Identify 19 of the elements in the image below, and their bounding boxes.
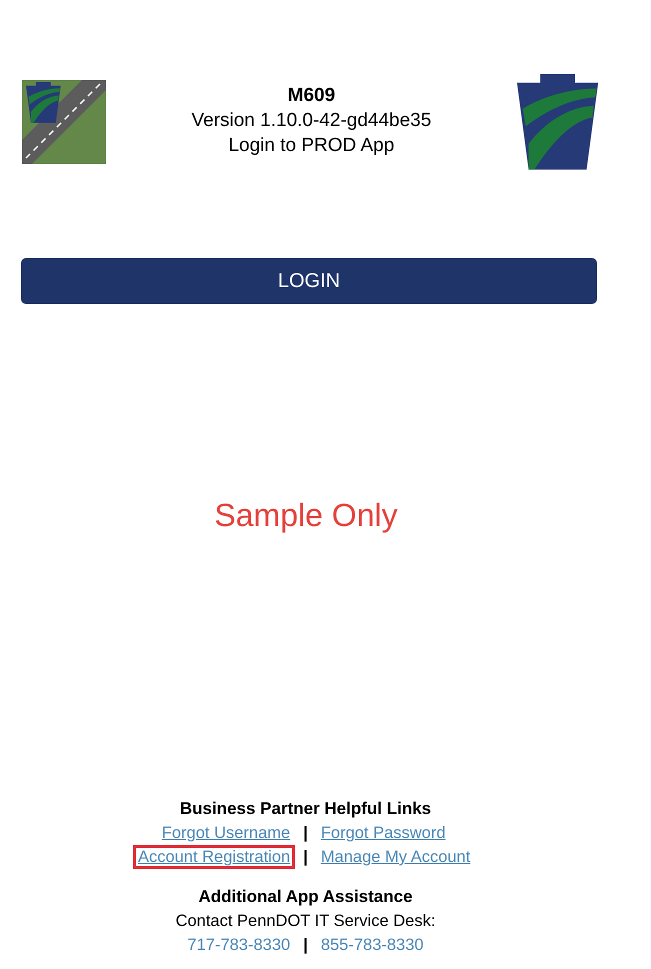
phone-link[interactable]: 717-783-8330 — [182, 933, 296, 957]
app-title: M609 — [288, 84, 336, 108]
link-separator: | — [303, 823, 308, 844]
version-text: Version 1.10.0-42-gd44be35 — [192, 108, 432, 132]
phone-link[interactable]: 855-783-8330 — [316, 933, 429, 957]
help-link[interactable]: Forgot Username — [156, 821, 296, 845]
app-icon — [22, 80, 106, 164]
help-link[interactable]: Manage My Account — [316, 845, 476, 869]
keystone-logo-icon — [516, 74, 598, 170]
phone-separator: | — [303, 935, 308, 956]
help-link[interactable]: Account Registration — [132, 845, 296, 869]
helpful-links-heading: Business Partner Helpful Links — [180, 798, 432, 820]
help-link[interactable]: Forgot Password — [316, 821, 451, 845]
login-subtitle: Login to PROD App — [228, 134, 394, 158]
login-button[interactable]: LOGIN — [21, 258, 597, 304]
sample-only-label: Sample Only — [214, 497, 398, 533]
assistance-heading: Additional App Assistance — [198, 886, 413, 908]
link-separator: | — [303, 847, 308, 868]
contact-text: Contact PennDOT IT Service Desk: — [176, 911, 436, 932]
